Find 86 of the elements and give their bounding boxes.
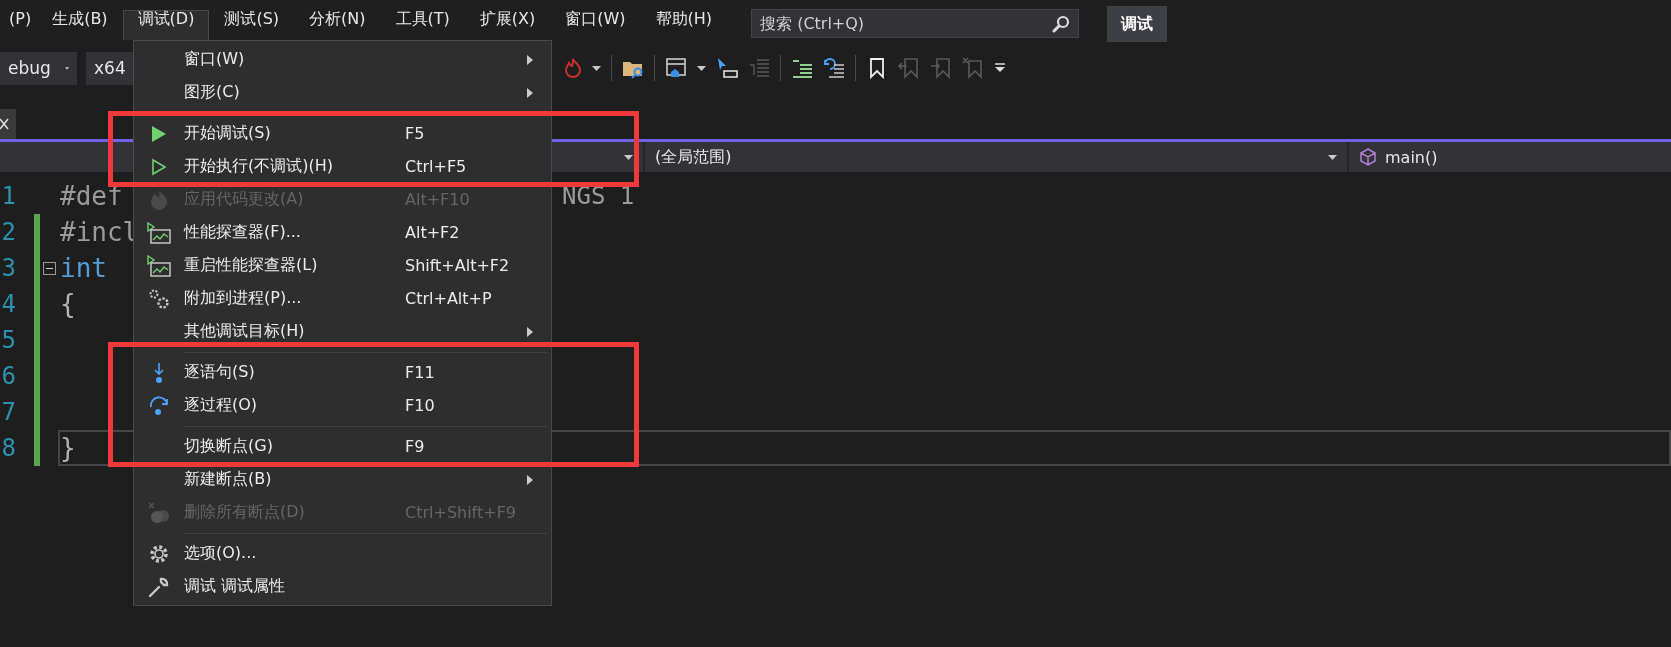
menu-item[interactable]: 逐语句(S) F11 bbox=[134, 356, 551, 389]
menu-bar-item[interactable]: 调试(D) bbox=[122, 10, 210, 40]
menu-item-label: 选项(O)... bbox=[184, 543, 258, 564]
wrench-icon bbox=[148, 575, 170, 598]
line-number: 8 bbox=[0, 434, 16, 462]
line-number: 3 bbox=[0, 254, 16, 282]
menu-item-label: 逐过程(O) bbox=[184, 395, 259, 416]
menu-bar-item[interactable]: 扩展(X) bbox=[464, 0, 551, 40]
menu-bar-item[interactable]: 生成(B) bbox=[37, 0, 123, 40]
search-field[interactable]: 搜索 (Ctrl+Q) bbox=[751, 9, 1080, 38]
menu-item-label: 开始调试(S) bbox=[184, 123, 272, 144]
window-home-icon[interactable] bbox=[665, 57, 687, 79]
caret-icon bbox=[1328, 154, 1337, 160]
caret-icon bbox=[624, 154, 633, 160]
clear-bookmarks-icon[interactable] bbox=[962, 57, 984, 79]
breakpoints-icon bbox=[148, 501, 170, 524]
shortcut-label: Ctrl+F5 bbox=[405, 157, 468, 176]
menu-item-label: 新建断点(B) bbox=[184, 469, 273, 490]
menu-item-label: 切换断点(G) bbox=[184, 436, 274, 457]
caret-icon bbox=[697, 65, 706, 71]
menu-item-label: 图形(C) bbox=[184, 82, 241, 103]
flame-icon bbox=[149, 188, 169, 211]
play-icon bbox=[151, 124, 167, 143]
overflow-icon[interactable] bbox=[994, 63, 1006, 73]
cube-icon bbox=[1359, 148, 1377, 166]
menu-bar-item[interactable]: 测试(S) bbox=[209, 0, 295, 40]
mode-badge: 调试 bbox=[1107, 6, 1168, 42]
menu-bar-item[interactable]: 工具(T) bbox=[380, 0, 465, 40]
cursor-icon[interactable] bbox=[716, 57, 738, 79]
play-outline-icon bbox=[151, 157, 167, 176]
menu-bar-item[interactable]: (P) bbox=[0, 0, 38, 40]
indent-icon[interactable] bbox=[791, 57, 813, 79]
search-icon bbox=[1052, 15, 1071, 33]
menu-item[interactable]: 选项(O)... bbox=[134, 537, 551, 570]
flame-icon[interactable] bbox=[562, 57, 582, 79]
menu-item[interactable]: 新建断点(B) bbox=[134, 463, 551, 496]
shortcut-label: F11 bbox=[405, 363, 436, 382]
menu-item[interactable]: 逐过程(O) F10 bbox=[134, 389, 551, 422]
configuration-dropdown[interactable]: ebug bbox=[0, 51, 77, 85]
previous-bookmark-icon[interactable] bbox=[898, 57, 920, 79]
shortcut-label: F5 bbox=[405, 124, 426, 143]
line-number: 4 bbox=[0, 290, 16, 318]
outdent-icon[interactable] bbox=[823, 57, 845, 79]
chart-icon bbox=[147, 254, 171, 277]
editor-tab[interactable] bbox=[0, 109, 16, 139]
caret-icon bbox=[592, 65, 601, 71]
collapse-toggle[interactable] bbox=[43, 261, 56, 275]
shortcut-label: F9 bbox=[405, 437, 426, 456]
line-number: 2 bbox=[0, 218, 16, 246]
line-number: 5 bbox=[0, 326, 16, 354]
menu-item-label: 调试 调试属性 bbox=[184, 576, 287, 597]
menu-item-label: 窗口(W) bbox=[184, 49, 246, 70]
code-text: #def bbox=[60, 181, 123, 211]
menu-item-label: 逐语句(S) bbox=[184, 362, 256, 383]
menu-item[interactable]: 其他调试目标(H) bbox=[134, 315, 551, 348]
code-text: } bbox=[60, 433, 76, 463]
settings-icon bbox=[148, 542, 170, 565]
code-text: { bbox=[60, 289, 76, 319]
menu-bar-item[interactable]: 窗口(W) bbox=[550, 0, 641, 40]
chart-icon bbox=[147, 221, 171, 244]
menu-item[interactable]: 附加到进程(P)... Ctrl+Alt+P bbox=[134, 282, 551, 315]
line-number: 1 bbox=[0, 182, 16, 210]
menu-item-label: 其他调试目标(H) bbox=[184, 321, 306, 342]
shortcut-label: Ctrl+Alt+P bbox=[405, 289, 493, 308]
shortcut-label: Shift+Alt+F2 bbox=[405, 256, 511, 275]
menu-item-label: 重启性能探查器(L) bbox=[184, 255, 319, 276]
menu-item[interactable]: 切换断点(G) F9 bbox=[134, 430, 551, 463]
menu-item[interactable]: 重启性能探查器(L) Shift+Alt+F2 bbox=[134, 249, 551, 282]
line-number: 6 bbox=[0, 362, 16, 390]
step-into-icon bbox=[152, 361, 166, 384]
menu-item-label: 附加到进程(P)... bbox=[184, 288, 303, 309]
line-number: 7 bbox=[0, 398, 16, 426]
menu-item[interactable]: 调试 调试属性 bbox=[134, 570, 551, 603]
step-over-icon bbox=[148, 395, 170, 416]
menu-item-label: 开始执行(不调试)(H) bbox=[184, 156, 334, 177]
next-bookmark-icon[interactable] bbox=[930, 57, 952, 79]
menu-item-label: 性能探查器(F)... bbox=[184, 222, 302, 243]
menu-bar-item[interactable]: 分析(N) bbox=[294, 0, 381, 40]
code-text: int bbox=[60, 253, 107, 283]
caret-icon bbox=[64, 65, 69, 71]
close-icon[interactable] bbox=[0, 118, 10, 130]
gears-icon bbox=[148, 287, 170, 310]
shortcut-label: Alt+F2 bbox=[405, 223, 461, 242]
menu-bar-item[interactable]: 帮助(H) bbox=[640, 0, 728, 40]
menu-item[interactable]: 开始调试(S) F5 bbox=[134, 117, 551, 150]
shortcut-label: F10 bbox=[405, 396, 436, 415]
